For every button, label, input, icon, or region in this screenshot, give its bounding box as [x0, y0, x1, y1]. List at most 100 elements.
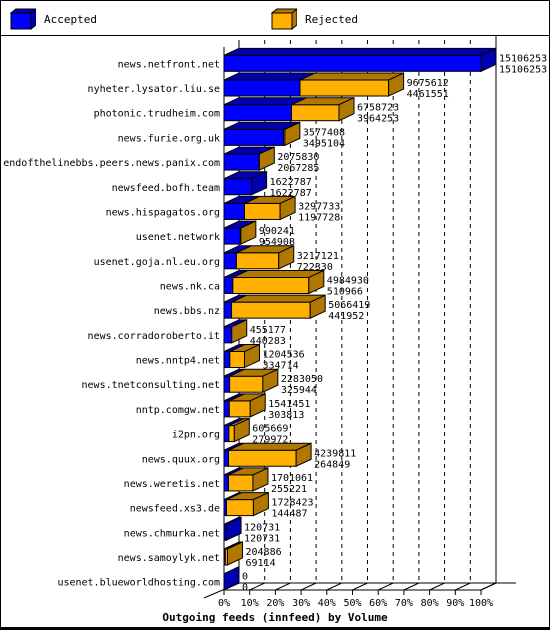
value-label-total: 605669 [252, 424, 288, 435]
bar-accepted [223, 276, 234, 294]
category-label: usenet.goja.nl.eu.org [94, 257, 220, 268]
category-label: newsfeed.bofh.team [112, 183, 220, 194]
value-label-total: 1728423 [271, 498, 313, 509]
value-label-accepted: 334714 [262, 361, 298, 372]
floor-tick [377, 582, 394, 591]
value-label-accepted: 0 [242, 583, 248, 594]
x-tick-label: 20% [266, 598, 284, 609]
category-label: news.netfront.net [118, 59, 220, 70]
value-label-accepted: 279972 [252, 435, 288, 446]
bar-rejected [235, 252, 280, 270]
category-label: endofthelinebbs.peers.news.panix.com [3, 158, 220, 169]
bar-accepted [223, 79, 301, 97]
bar-accepted [223, 351, 231, 369]
bar-side [223, 565, 240, 591]
bar-accepted [223, 54, 482, 72]
bar-accepted [223, 202, 245, 220]
value-label-total: 6758723 [357, 103, 399, 114]
value-label-accepted: 510966 [327, 286, 363, 297]
category-label: news.corradoroberto.it [88, 331, 220, 342]
value-label-accepted: 440283 [250, 336, 286, 347]
bar-accepted [223, 400, 230, 418]
value-label-total: 3297733 [298, 201, 340, 212]
x-tick-label: 0% [218, 598, 230, 609]
bar-rejected [229, 351, 245, 369]
floor-tick [275, 582, 291, 591]
bar-accepted [223, 326, 232, 344]
value-label-total: 15106253 [499, 53, 547, 64]
bar-rejected [229, 375, 264, 393]
category-label: news.tnetconsulting.net [82, 380, 220, 391]
value-label-accepted: 1622787 [270, 188, 312, 199]
category-label: news.nk.ca [160, 281, 220, 292]
category-label: news.furie.org.uk [118, 133, 220, 144]
category-label: news.quux.org [142, 454, 220, 465]
bar-rejected [227, 474, 254, 492]
bar-accepted [223, 227, 241, 245]
value-label-total: 204886 [245, 547, 281, 558]
bar-rejected [228, 449, 297, 467]
bar-rejected-top [299, 72, 404, 81]
floor-tick [455, 582, 471, 591]
bar-accepted [223, 548, 226, 566]
value-label-total: 3577408 [303, 127, 345, 138]
value-label-accepted: 264849 [314, 459, 350, 470]
value-label-total: 120731 [244, 522, 280, 533]
floor-tick [326, 582, 343, 591]
category-label: news.nntp4.net [136, 356, 220, 367]
category-label: news.bbs.nz [154, 306, 220, 317]
value-label-total: 2075830 [277, 152, 319, 163]
x-tick-label: 90% [446, 598, 464, 609]
category-label: news.weretis.net [124, 479, 220, 490]
value-label-total: 4984930 [327, 275, 369, 286]
x-tick-label: 30% [292, 598, 310, 609]
value-label-total: 1622787 [270, 177, 312, 188]
value-label-total: 3217121 [297, 251, 339, 262]
value-label-accepted: 15106253 [499, 64, 547, 75]
bar-accepted-top [223, 47, 497, 56]
bar-chart: 0% 10% 20% 30% 40% 50% 60% 70% 80% 90% 100% news.ne… [3, 35, 547, 624]
value-label-total: 1701061 [271, 473, 313, 484]
value-label-accepted: 2067285 [277, 163, 319, 174]
x-tick-label: 40% [318, 598, 336, 609]
value-label-accepted: 303813 [268, 410, 304, 421]
bar-accepted [223, 474, 229, 492]
bar-accepted-top [223, 72, 316, 81]
bar-accepted [223, 375, 231, 393]
bar-accepted [223, 301, 233, 319]
value-label-total: 0 [242, 572, 248, 583]
value-label-accepted: 4461551 [407, 89, 449, 100]
category-label: news.samoylyk.net [118, 553, 220, 564]
value-label-total: 9675612 [407, 78, 449, 89]
bar-accepted [223, 425, 230, 443]
bar-rejected [243, 202, 281, 220]
floor-tick [480, 582, 497, 591]
floor-tick [429, 582, 445, 591]
category-label: usenet.blueworldhosting.com [57, 578, 220, 589]
bar-rejected [225, 499, 254, 517]
bar-rejected [228, 425, 235, 443]
bar-accepted [223, 104, 292, 122]
floor-tick [300, 582, 317, 591]
bar-accepted [223, 153, 260, 171]
value-label-accepted: 69114 [245, 558, 275, 569]
x-tick-label: 80% [421, 598, 439, 609]
category-label: news.hispagatos.org [106, 207, 220, 218]
bar-accepted [223, 128, 284, 146]
floor-tick [249, 582, 265, 591]
category-label: usenet.network [136, 232, 220, 243]
bar-side [226, 541, 243, 566]
value-label-accepted: 255221 [271, 484, 307, 495]
category-label: nntp.comgw.net [136, 405, 220, 416]
value-label-total: 1541451 [268, 399, 310, 410]
category-label: newsfeed.xs3.de [130, 504, 220, 515]
bar-accepted [223, 499, 227, 517]
value-label-accepted: 722330 [297, 262, 333, 273]
bottom-divider [0, 627, 550, 629]
bar-rejected [232, 276, 310, 294]
value-label-accepted: 325944 [281, 385, 317, 396]
x-tick-label: 60% [369, 598, 387, 609]
value-label-accepted: 441952 [328, 311, 364, 322]
value-label-accepted: 120731 [244, 533, 280, 544]
floor-tick [403, 582, 420, 591]
